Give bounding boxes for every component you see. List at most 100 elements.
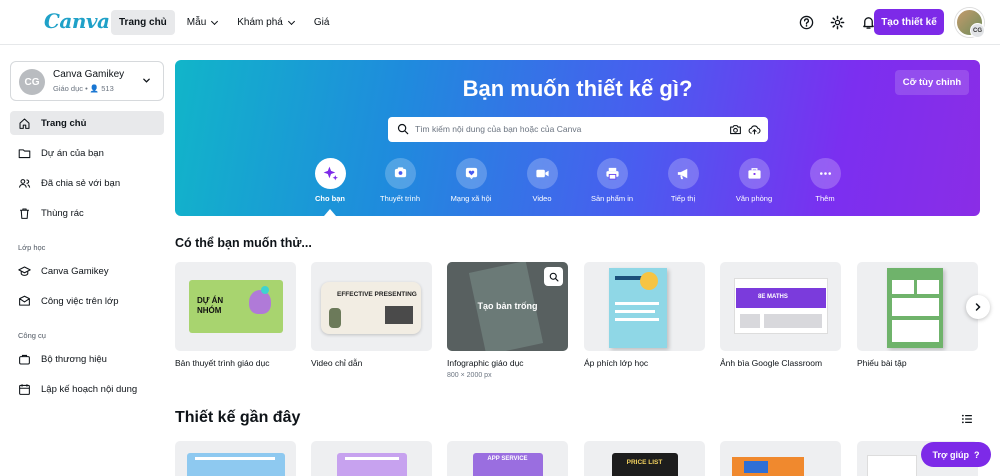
help-circle-icon[interactable] — [797, 13, 816, 32]
sidebar-item-classwork[interactable]: Công việc trên lớp — [10, 289, 164, 313]
category-label: Sản phẩm in — [590, 194, 634, 203]
suggestion-card[interactable]: Tạo bản trống Infographic giáo dục 800 ×… — [447, 262, 568, 379]
assignment-icon — [19, 295, 30, 306]
megaphone-icon — [667, 158, 699, 189]
gear-icon[interactable] — [828, 13, 847, 32]
category-print[interactable]: Sản phẩm in — [577, 158, 647, 203]
carousel-next-button[interactable] — [966, 295, 990, 319]
user-avatar[interactable]: CG — [955, 8, 985, 38]
card-size: 800 × 2000 px — [447, 372, 492, 379]
presentation-icon — [384, 158, 416, 189]
account-name: Canva Gamikey — [53, 69, 125, 80]
sidebar-item-label: Công việc trên lớp — [41, 295, 119, 307]
nav-pricing-label: Giá — [313, 17, 330, 28]
more-icon — [809, 158, 841, 189]
sidebar-item-label: Thùng rác — [41, 207, 84, 219]
category-label: Tiếp thị — [670, 194, 696, 203]
recent-design-card[interactable] — [720, 441, 841, 476]
suggestion-card[interactable]: DỰ ÁN NHÓM Bản thuyết trình giáo dục — [175, 262, 296, 368]
recent-designs-title: Thiết kế gần đây — [175, 409, 301, 426]
custom-size-button[interactable]: Cỡ tùy chỉnh — [895, 70, 969, 95]
thumbnail — [857, 262, 978, 351]
suggestion-card[interactable]: EFFECTIVE PRESENTING Video chỉ dẫn — [311, 262, 432, 368]
category-social-media[interactable]: Mạng xã hội — [436, 158, 506, 203]
trash-icon — [20, 208, 29, 219]
shared-users-icon — [18, 178, 31, 188]
recent-design-card[interactable]: PRICE LIST — [584, 441, 705, 476]
recent-design-card[interactable] — [311, 441, 432, 476]
top-bar: Canva Trang chủ Mẫu Khám phá Giá Tạo thi… — [0, 0, 1000, 45]
card-label: Video chỉ dẫn — [311, 358, 363, 368]
card-label: Bản thuyết trình giáo dục — [175, 358, 270, 368]
thumbnail-text: PRICE LIST — [626, 459, 663, 466]
top-icons — [797, 13, 878, 32]
sidebar-item-label: Trang chủ — [41, 117, 87, 129]
chevron-down-icon — [142, 76, 151, 88]
brand-kit-icon — [19, 354, 30, 364]
nav-templates[interactable]: Mẫu — [179, 10, 225, 35]
search-icon[interactable] — [544, 267, 563, 286]
sparkle-icon — [314, 158, 346, 189]
hero-banner: Bạn muốn thiết kế gì? Cỡ tùy chỉnh Tìm k… — [175, 60, 980, 216]
printer-icon — [596, 158, 628, 189]
sidebar-item-class[interactable]: Canva Gamikey — [10, 259, 164, 283]
sidebar-item-home[interactable]: Trang chủ — [10, 111, 164, 135]
thumbnail — [584, 262, 705, 351]
thumbnail: DỰ ÁN NHÓM — [175, 262, 296, 351]
sidebar-item-brand-kit[interactable]: Bộ thương hiệu — [10, 347, 164, 371]
sidebar-item-label: Dự án của bạn — [41, 147, 104, 159]
sidebar-item-label: Đã chia sẻ với bạn — [41, 177, 121, 189]
main-nav: Trang chủ Mẫu Khám phá Giá — [111, 10, 337, 35]
category-presentations[interactable]: Thuyết trình — [365, 158, 435, 203]
sidebar-item-shared[interactable]: Đã chia sẻ với bạn — [10, 171, 164, 195]
chevron-right-icon — [975, 303, 981, 311]
category-more[interactable]: Thêm — [790, 158, 860, 203]
category-label: Thuyết trình — [379, 194, 421, 203]
search-placeholder: Tìm kiếm nội dung của bạn hoặc của Canva — [415, 124, 582, 134]
hero-title: Bạn muốn thiết kế gì? — [462, 76, 693, 101]
nav-pricing[interactable]: Giá — [306, 10, 338, 35]
category-for-you[interactable]: Cho bạn — [295, 158, 365, 203]
recent-design-card[interactable] — [175, 441, 296, 476]
video-icon — [526, 158, 558, 189]
folder-icon — [18, 148, 31, 158]
thumbnail-text: 8E MATHS — [758, 294, 788, 300]
camera-icon[interactable] — [729, 123, 742, 136]
suggestion-card[interactable]: Phiếu bài tập — [857, 262, 978, 368]
card-label: Phiếu bài tập — [857, 358, 907, 368]
category-label: Mạng xã hội — [450, 194, 492, 203]
card-label: Áp phích lớp học — [584, 358, 649, 368]
canva-logo[interactable]: Canva — [44, 9, 110, 33]
avatar-initials: CG — [970, 23, 985, 38]
category-office[interactable]: Văn phòng — [719, 158, 789, 203]
nav-home[interactable]: Trang chủ — [111, 10, 175, 35]
thumbnail: 8E MATHS — [720, 262, 841, 351]
category-label: Video — [532, 194, 552, 203]
nav-discover[interactable]: Khám phá — [229, 10, 302, 35]
account-avatar: CG — [19, 69, 45, 95]
account-switcher[interactable]: CG Canva Gamikey Giáo dục • 👤 513 — [10, 61, 164, 101]
category-video[interactable]: Video — [507, 158, 577, 203]
sidebar-item-projects[interactable]: Dự án của bạn — [10, 141, 164, 165]
thumbnail-text: APP SERVICE — [487, 456, 528, 462]
list-view-icon[interactable] — [961, 413, 973, 428]
help-button[interactable]: Trợ giúp ? — [921, 442, 991, 467]
create-blank-label[interactable]: Tạo bản trống — [447, 301, 568, 311]
create-design-button[interactable]: Tạo thiết kế — [874, 9, 944, 35]
home-icon — [19, 118, 30, 129]
category-label: Văn phòng — [735, 194, 773, 203]
suggestion-card[interactable]: 8E MATHS Ảnh bìa Google Classroom — [720, 262, 841, 368]
upload-cloud-icon[interactable] — [748, 123, 761, 136]
search-input[interactable]: Tìm kiếm nội dung của bạn hoặc của Canva — [388, 117, 768, 142]
sidebar-item-content-planner[interactable]: Lập kế hoạch nội dung — [10, 377, 164, 401]
category-marketing[interactable]: Tiếp thị — [648, 158, 718, 203]
sidebar-item-trash[interactable]: Thùng rác — [10, 201, 164, 225]
nav-templates-label: Mẫu — [186, 17, 207, 28]
thumbnail-text: EFFECTIVE PRESENTING — [337, 291, 417, 298]
briefcase-icon — [738, 158, 770, 189]
chevron-down-icon — [287, 17, 295, 25]
suggestion-card[interactable]: Áp phích lớp học — [584, 262, 705, 368]
sidebar-item-label: Lập kế hoạch nội dung — [41, 383, 138, 395]
class-section-heading: Lớp học — [18, 243, 46, 252]
recent-design-card[interactable]: APP SERVICE — [447, 441, 568, 476]
